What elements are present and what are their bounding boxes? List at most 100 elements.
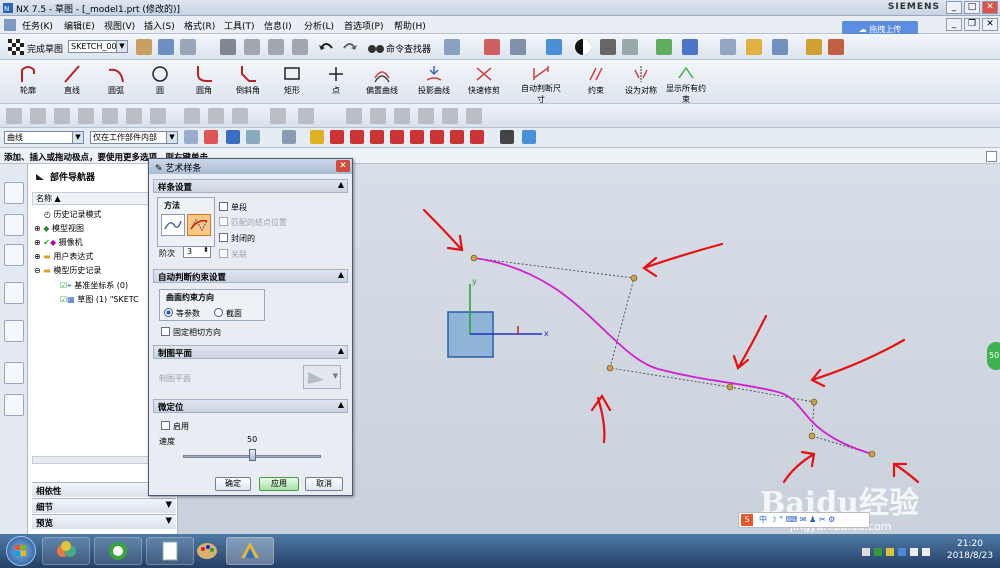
point-on-surface-icon[interactable] <box>470 130 484 144</box>
save-icon[interactable] <box>220 39 236 55</box>
shaded-cube-icon[interactable] <box>546 39 562 55</box>
shell-icon[interactable] <box>418 108 434 124</box>
web-browser-icon[interactable] <box>4 320 24 342</box>
show-all-constraints-tool-button[interactable]: 显示所有约束 <box>664 62 708 104</box>
pattern-icon[interactable] <box>442 108 458 124</box>
ruler-icon[interactable] <box>806 39 822 55</box>
existing-point-icon[interactable] <box>430 130 444 144</box>
point-tool-button[interactable]: 点 <box>318 62 354 102</box>
tree-item-model-history[interactable]: ⊖ ▬ 模型历史记录 <box>34 265 101 276</box>
undo-icon[interactable] <box>318 40 334 54</box>
minimize-button[interactable]: _ <box>946 1 962 14</box>
arrow-icon[interactable] <box>226 130 240 144</box>
menu-insert[interactable]: 插入(S) <box>144 19 175 32</box>
by-poles-button[interactable] <box>187 214 211 236</box>
details-panel[interactable]: 细节 ▼ <box>32 498 176 513</box>
tree-item-history-mode[interactable]: ◴ 历史记录模式 <box>44 209 102 220</box>
through-points-button[interactable] <box>161 214 185 236</box>
spline-pole[interactable] <box>810 398 818 406</box>
book-icon[interactable] <box>500 130 514 144</box>
rectangle-select-icon[interactable] <box>282 130 296 144</box>
menu-view[interactable]: 视图(V) <box>104 19 135 32</box>
cube-select-icon[interactable] <box>522 130 536 144</box>
make-symmetric-tool-button[interactable]: 设为对称 <box>618 62 664 102</box>
doc-minimize-button[interactable]: _ <box>946 18 962 31</box>
auto-dimension-tool-button[interactable]: 自动判断尺寸 <box>518 62 564 104</box>
extrude-icon[interactable] <box>6 108 22 124</box>
render-style-icon[interactable] <box>574 38 592 56</box>
preview-panel[interactable]: 预览 ▼ <box>32 514 176 529</box>
orient-view-icon[interactable] <box>136 39 152 55</box>
section-spline-settings[interactable]: 样条设置 ▲ <box>153 179 348 193</box>
arc-tool-button[interactable]: 圆弧 <box>98 62 134 102</box>
pan-icon[interactable] <box>510 39 526 55</box>
quadrant-icon[interactable] <box>410 130 424 144</box>
volume-icon[interactable] <box>910 548 918 556</box>
color-icon[interactable] <box>828 39 844 55</box>
arc-center-icon[interactable] <box>390 130 404 144</box>
doc-restore-button[interactable]: ❐ <box>964 18 980 31</box>
single-segment-checkbox[interactable] <box>219 202 228 211</box>
ok-button[interactable]: 确定 <box>215 477 251 491</box>
hole-icon[interactable] <box>54 108 70 124</box>
control-point-icon[interactable] <box>350 130 364 144</box>
menu-task[interactable]: 任务(K) <box>22 19 53 32</box>
input-method-icon[interactable] <box>898 548 906 556</box>
endpoint-icon[interactable] <box>310 130 324 144</box>
wireframe-cube-icon[interactable] <box>600 39 616 55</box>
command-finder-button[interactable]: 命令查找器 <box>386 42 431 55</box>
art-spline[interactable] <box>473 257 873 455</box>
split-body-icon[interactable] <box>298 108 314 124</box>
spline-pole[interactable] <box>630 274 638 282</box>
chamfer-tool-button[interactable]: 倒斜角 <box>228 62 268 102</box>
spline-pole[interactable] <box>470 254 478 262</box>
subtract-icon[interactable] <box>208 108 224 124</box>
snap-point-icon[interactable] <box>204 130 218 144</box>
spline-pole[interactable] <box>606 364 614 372</box>
taskbar-app-game[interactable] <box>42 537 90 565</box>
intersection-icon[interactable] <box>370 130 384 144</box>
info-icon[interactable] <box>4 282 24 304</box>
taskbar-app-browser[interactable] <box>94 537 142 565</box>
layer-icon[interactable] <box>682 39 698 55</box>
boss-icon[interactable] <box>78 108 94 124</box>
constraint-navigator-icon[interactable] <box>4 214 24 236</box>
show-hidden-icon[interactable] <box>862 548 870 556</box>
constraints-tool-button[interactable]: 约束 <box>578 62 614 102</box>
dialog-title-bar[interactable]: ✎ 艺术样条 <box>149 159 352 174</box>
chamfer-edge-icon[interactable] <box>370 108 386 124</box>
part-navigator-icon[interactable] <box>4 244 24 266</box>
doc-close-button[interactable]: ✕ <box>982 18 998 31</box>
pocket-icon[interactable] <box>102 108 118 124</box>
offset-curve-tool-button[interactable]: 偏置曲线 <box>360 62 404 102</box>
history-icon[interactable] <box>4 362 24 384</box>
fit-view-icon[interactable] <box>484 39 500 55</box>
fillet-tool-button[interactable]: 圆角 <box>186 62 222 102</box>
rectangle-tool-button[interactable]: 矩形 <box>274 62 310 102</box>
finish-sketch-button[interactable]: 完成草图 <box>27 42 63 55</box>
menu-help[interactable]: 帮助(H) <box>394 19 426 32</box>
taskbar-app-nx[interactable] <box>226 537 274 565</box>
power-icon[interactable] <box>922 548 930 556</box>
spline-pole[interactable] <box>726 383 734 391</box>
dialog-close-button[interactable]: ✕ <box>336 160 350 172</box>
tree-item-cameras[interactable]: ⊕ ✔◆ 摄像机 <box>34 237 83 248</box>
spline-pole[interactable] <box>868 450 876 458</box>
enable-checkbox[interactable] <box>161 421 170 430</box>
menu-tools[interactable]: 工具(T) <box>224 19 255 32</box>
tree-item-model-views[interactable]: ⊕ ◆ 模型视图 <box>34 223 84 234</box>
fixed-tangent-checkbox[interactable] <box>161 327 170 336</box>
section-fine-position[interactable]: 微定位 ▲ <box>153 399 348 413</box>
spline-pole[interactable] <box>808 432 816 440</box>
measure-icon[interactable] <box>772 39 788 55</box>
layer-settings-icon[interactable] <box>720 39 736 55</box>
revolve-icon[interactable] <box>30 108 46 124</box>
wcs-icon[interactable] <box>656 39 672 55</box>
menu-preferences[interactable]: 首选项(P) <box>344 19 383 32</box>
status-expand-icon[interactable] <box>986 151 997 162</box>
paste-icon[interactable] <box>292 39 308 55</box>
analysis-icon[interactable] <box>746 39 762 55</box>
quick-trim-tool-button[interactable]: 快速修剪 <box>462 62 506 102</box>
circle-tool-button[interactable]: 圆 <box>142 62 178 102</box>
edge-blend-icon[interactable] <box>346 108 362 124</box>
